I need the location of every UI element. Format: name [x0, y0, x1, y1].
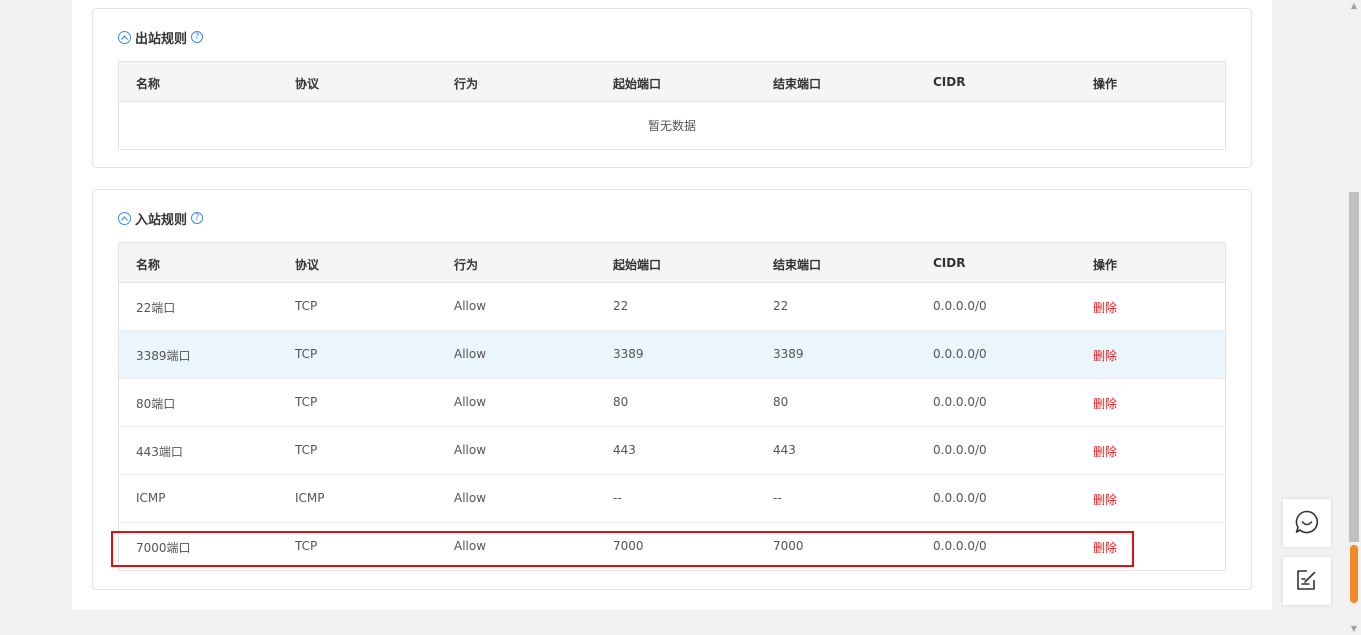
empty-state-text: 暂无数据 — [647, 119, 696, 133]
column-header-end-port: 结束端口 — [773, 77, 822, 91]
outbound-rules-panel: 出站规则 ? 名称 协议 行为 起始端口 结束端口 CIDR 操作 暂无数据 — [92, 8, 1252, 168]
column-header-name: 名称 — [136, 77, 161, 91]
rule-protocol: TCP — [295, 347, 318, 361]
rule-protocol: TCP — [295, 443, 318, 457]
delete-link[interactable]: 删除 — [1093, 491, 1117, 508]
rule-end-port: 80 — [773, 395, 789, 409]
column-header-cidr: CIDR — [933, 256, 966, 270]
rule-action: Allow — [454, 347, 487, 361]
rule-protocol: ICMP — [295, 491, 325, 505]
rule-start-port: 3389 — [613, 347, 644, 361]
rule-start-port: 80 — [613, 395, 629, 409]
inbound-rules-panel: 入站规则 ? 名称 协议 行为 起始端口 结束端口 CIDR 操作 22端口 T… — [92, 189, 1252, 590]
column-header-action: 行为 — [454, 77, 479, 91]
chat-button[interactable] — [1283, 499, 1331, 547]
rule-start-port: -- — [613, 491, 622, 505]
column-header-start-port: 起始端口 — [613, 258, 662, 272]
scroll-progress-indicator — [1350, 545, 1358, 603]
rule-action: Allow — [454, 299, 487, 313]
rule-action: Allow — [454, 443, 487, 457]
table-header: 名称 协议 行为 起始端口 结束端口 CIDR 操作 — [119, 62, 1225, 102]
column-header-cidr: CIDR — [933, 75, 966, 89]
rule-name: 22端口 — [136, 301, 176, 315]
rule-end-port: 22 — [773, 299, 789, 313]
delete-link[interactable]: 删除 — [1093, 347, 1117, 364]
column-header-action: 行为 — [454, 258, 479, 272]
inbound-rules-table: 名称 协议 行为 起始端口 结束端口 CIDR 操作 22端口 TCP Allo… — [118, 242, 1226, 571]
column-header-operation: 操作 — [1093, 77, 1118, 91]
column-header-protocol: 协议 — [295, 258, 320, 272]
rule-cidr: 0.0.0.0/0 — [933, 443, 987, 457]
edit-note-icon — [1294, 567, 1320, 596]
vertical-scrollbar[interactable]: ▲ ▼ — [1347, 0, 1361, 635]
rule-end-port: 3389 — [773, 347, 804, 361]
delete-link[interactable]: 删除 — [1093, 443, 1117, 460]
question-circle-icon[interactable]: ? — [191, 212, 204, 224]
rule-end-port: -- — [773, 491, 782, 505]
scrollbar-thumb[interactable] — [1349, 192, 1359, 542]
table-row: ICMP ICMP Allow -- -- 0.0.0.0/0 删除 — [119, 475, 1225, 523]
column-header-start-port: 起始端口 — [613, 77, 662, 91]
rule-name: 3389端口 — [136, 349, 191, 363]
rule-cidr: 0.0.0.0/0 — [933, 491, 987, 505]
chevron-up-circle-icon[interactable] — [118, 211, 131, 225]
highlight-annotation-box — [111, 531, 1134, 567]
delete-link[interactable]: 删除 — [1093, 299, 1117, 316]
table-row: 3389端口 TCP Allow 3389 3389 0.0.0.0/0 删除 — [119, 331, 1225, 379]
inbound-rules-title: 入站规则 — [135, 212, 188, 228]
feedback-button[interactable] — [1283, 557, 1331, 605]
table-row: 22端口 TCP Allow 22 22 0.0.0.0/0 删除 — [119, 283, 1225, 331]
rule-start-port: 22 — [613, 299, 629, 313]
column-header-end-port: 结束端口 — [773, 258, 822, 272]
outbound-rules-table: 名称 协议 行为 起始端口 结束端口 CIDR 操作 暂无数据 — [118, 61, 1226, 150]
column-header-operation: 操作 — [1093, 258, 1118, 272]
chevron-up-circle-icon[interactable] — [118, 30, 131, 44]
table-header: 名称 协议 行为 起始端口 结束端口 CIDR 操作 — [119, 243, 1225, 283]
question-circle-icon[interactable]: ? — [191, 31, 204, 43]
scroll-up-arrow-icon[interactable]: ▲ — [1347, 0, 1361, 12]
rule-end-port: 443 — [773, 443, 796, 457]
rule-cidr: 0.0.0.0/0 — [933, 347, 987, 361]
table-row: 80端口 TCP Allow 80 80 0.0.0.0/0 删除 — [119, 379, 1225, 427]
rule-name: 443端口 — [136, 445, 183, 459]
rule-protocol: TCP — [295, 299, 318, 313]
inbound-rules-header: 入站规则 ? — [118, 208, 204, 228]
rule-cidr: 0.0.0.0/0 — [933, 395, 987, 409]
main-card: 出站规则 ? 名称 协议 行为 起始端口 结束端口 CIDR 操作 暂无数据 入… — [72, 0, 1272, 610]
outbound-rules-header: 出站规则 ? — [118, 27, 204, 47]
rule-action: Allow — [454, 491, 487, 505]
delete-link[interactable]: 删除 — [1093, 395, 1117, 412]
smile-chat-icon — [1294, 509, 1320, 538]
rule-action: Allow — [454, 395, 487, 409]
column-header-protocol: 协议 — [295, 77, 320, 91]
table-row: 443端口 TCP Allow 443 443 0.0.0.0/0 删除 — [119, 427, 1225, 475]
column-header-name: 名称 — [136, 258, 161, 272]
rule-name: 80端口 — [136, 397, 176, 411]
scroll-down-arrow-icon[interactable]: ▼ — [1347, 623, 1361, 635]
outbound-rules-title: 出站规则 — [135, 31, 188, 47]
rule-start-port: 443 — [613, 443, 636, 457]
rule-name: ICMP — [136, 491, 166, 505]
rule-cidr: 0.0.0.0/0 — [933, 299, 987, 313]
rule-protocol: TCP — [295, 395, 318, 409]
